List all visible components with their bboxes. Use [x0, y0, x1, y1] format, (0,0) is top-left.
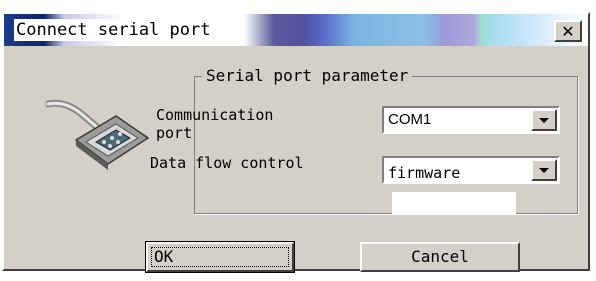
close-icon: ✕	[561, 21, 575, 41]
serial-connector-icon	[46, 99, 150, 170]
connect-serial-port-dialog: Connect serial port ✕ Serial port parame…	[2, 12, 590, 273]
window-title: Connect serial port	[14, 19, 213, 41]
communication-port-value: COM1	[388, 111, 432, 128]
data-flow-control-select[interactable]: firmware	[382, 156, 560, 184]
communication-port-label-line2: port	[156, 124, 193, 142]
title-bar[interactable]: Connect serial port ✕	[4, 14, 588, 46]
data-flow-control-value: firmware	[388, 164, 461, 182]
data-flow-control-label: Data flow control	[150, 154, 304, 172]
chevron-down-icon[interactable]	[531, 159, 557, 181]
ok-button[interactable]: OK	[145, 241, 295, 273]
group-legend: Serial port parameter	[202, 66, 413, 86]
communication-port-label-line1: Communication	[156, 106, 274, 124]
ok-button-label: OK	[154, 247, 174, 266]
communication-port-select[interactable]: COM1	[382, 106, 560, 134]
cancel-button[interactable]: Cancel	[360, 242, 520, 272]
cancel-button-label: Cancel	[411, 247, 469, 266]
serial-port-parameter-group	[194, 76, 578, 214]
chevron-down-icon[interactable]	[531, 109, 557, 131]
close-button[interactable]: ✕	[554, 20, 582, 42]
dropdown-list-fragment	[392, 192, 516, 214]
